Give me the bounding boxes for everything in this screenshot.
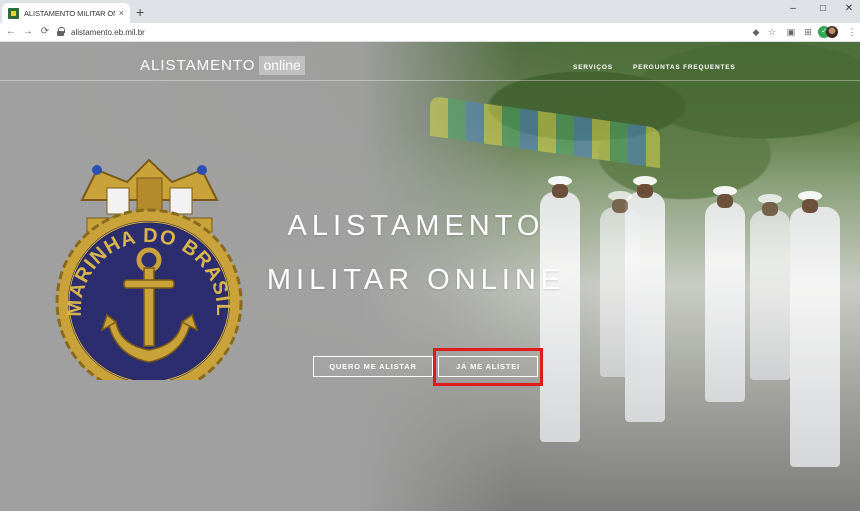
sailor-figure: [790, 191, 840, 467]
page-hero: ALISTAMENTO online SERVIÇOS PERGUNTAS FR…: [0, 42, 860, 511]
navy-anchor-emblem-icon: MARINHA DO BRASIL: [55, 158, 243, 380]
navbar-divider: [0, 80, 860, 81]
hero-title-line2: MILITAR ONLINE: [266, 264, 566, 296]
brand-sub-text: online: [259, 56, 305, 75]
browser-tab[interactable]: ALISTAMENTO MILITAR ONLINE ×: [2, 3, 130, 23]
browser-tabstrip: ALISTAMENTO MILITAR ONLINE × + – □ ✕: [0, 0, 860, 23]
new-tab-button[interactable]: +: [136, 4, 144, 20]
minimize-button[interactable]: –: [778, 2, 808, 16]
sailor-figure: [750, 194, 790, 380]
profile-avatar[interactable]: [826, 26, 838, 38]
nav-link-perguntas-frequentes[interactable]: PERGUNTAS FREQUENTES: [633, 64, 736, 71]
tab-close-icon[interactable]: ×: [119, 8, 124, 18]
address-bar[interactable]: alistamento.eb.mil.br: [56, 24, 748, 40]
nav-link-servicos[interactable]: SERVIÇOS: [573, 64, 613, 71]
tab-title: ALISTAMENTO MILITAR ONLINE: [24, 8, 115, 18]
cast-icon[interactable]: ▣: [785, 26, 797, 38]
translate-icon[interactable]: ⊞: [802, 26, 814, 38]
bookmark-star-icon[interactable]: ☆: [766, 26, 778, 38]
forward-button[interactable]: →: [21, 25, 35, 39]
site-favicon-icon: [8, 7, 19, 19]
url-text[interactable]: alistamento.eb.mil.br: [71, 28, 145, 37]
back-button[interactable]: ←: [4, 25, 18, 39]
site-brand-logo[interactable]: ALISTAMENTO online: [140, 56, 305, 75]
brand-main-text: ALISTAMENTO: [140, 57, 256, 74]
highlight-box: [433, 348, 543, 386]
sailor-figure: [600, 191, 640, 377]
lock-icon: [56, 27, 65, 37]
hero-title-line1: ALISTAMENTO: [287, 210, 545, 242]
extension-icon[interactable]: ◆: [750, 26, 762, 38]
quero-me-alistar-button[interactable]: QUERO ME ALISTAR: [313, 356, 433, 377]
reload-button[interactable]: ⟳: [38, 25, 52, 39]
sailor-figure: [705, 186, 745, 402]
browser-toolbar: ← → ⟳ alistamento.eb.mil.br ◆ ☆ ▣ ⊞ ✓ ⋮: [0, 23, 860, 42]
close-window-button[interactable]: ✕: [834, 2, 860, 16]
menu-kebab-icon[interactable]: ⋮: [846, 26, 858, 38]
